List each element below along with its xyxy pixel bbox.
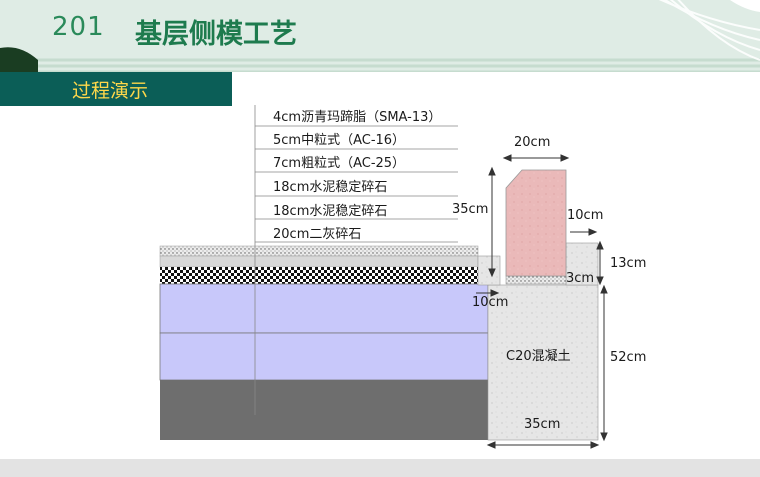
dim-side-height: 13cm <box>610 256 647 271</box>
concrete-left-step <box>477 255 501 286</box>
layer-label-ac25: 7cm粗粒式（AC-25） <box>273 156 406 171</box>
layer-cement-1 <box>159 283 489 334</box>
layer-sma <box>159 245 479 257</box>
layer-label-cement-2: 18cm水泥稳定碎石 <box>273 204 388 219</box>
pavement-cross-section <box>159 105 608 449</box>
foundation-label: C20混凝土 <box>506 349 571 364</box>
bedding-mortar <box>505 275 567 285</box>
layer-label-ac16: 5cm中粒式（AC-16） <box>273 133 406 148</box>
dim-curb-height: 35cm <box>452 202 489 217</box>
layer-label-lime: 20cm二灰碎石 <box>273 227 362 242</box>
dim-foundation-depth: 52cm <box>610 350 647 365</box>
layer-ac16 <box>159 255 479 268</box>
curb-stone <box>505 169 567 277</box>
layer-ac25 <box>160 267 478 284</box>
layer-label-sma: 4cm沥青玛蹄脂（SMA-13） <box>273 110 442 125</box>
dim-curb-offset: 10cm <box>567 208 604 223</box>
dim-curb-width: 20cm <box>514 135 551 150</box>
dim-bedding: 3cm <box>566 271 595 286</box>
dim-base-offset: 10cm <box>472 295 509 310</box>
layer-cement-2 <box>159 332 489 381</box>
layer-lime <box>160 380 488 440</box>
footer-bar <box>0 459 760 477</box>
dim-foundation-width: 35cm <box>524 417 561 432</box>
layer-label-cement-1: 18cm水泥稳定碎石 <box>273 180 388 195</box>
